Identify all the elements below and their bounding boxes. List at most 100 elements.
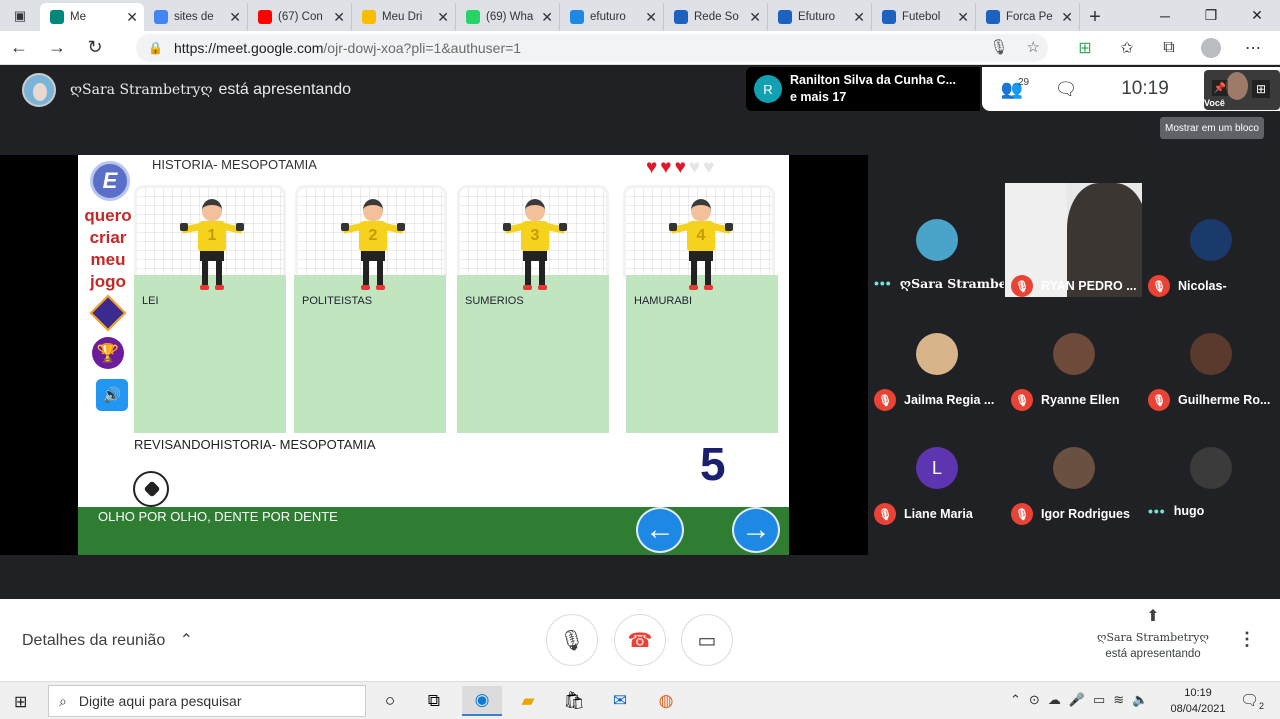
answer-option[interactable]: POLITEISTAS (294, 275, 446, 433)
favorite-star-icon[interactable]: ☆ (1027, 38, 1040, 56)
notification-icon[interactable]: 🗨2 (1240, 691, 1264, 711)
participant-tile[interactable]: ••• hugo (1142, 411, 1280, 525)
tile-layout-icon[interactable]: ⊞ (1252, 80, 1270, 98)
browser-tab[interactable]: Me ✕ (40, 3, 144, 31)
answer-option[interactable]: HAMURABI (626, 275, 778, 433)
maximize-icon[interactable]: ❐ (1188, 0, 1234, 31)
participant-tile[interactable]: L 🎙 Liane Maria (868, 411, 1006, 525)
tooltip: Mostrar em um bloco (1160, 117, 1264, 139)
tab-close-icon[interactable]: ✕ (541, 9, 553, 26)
browser-tab[interactable]: Efuturo ✕ (768, 3, 872, 31)
goalkeeper[interactable]: 3 (503, 199, 567, 295)
forward-icon[interactable]: → (38, 33, 76, 63)
mail-icon[interactable]: ✉ (600, 686, 640, 716)
goalkeeper[interactable]: 2 (341, 199, 405, 295)
browser-tab[interactable]: (67) Con ✕ (248, 3, 352, 31)
reload-icon[interactable]: ↻ (76, 33, 114, 63)
participant-tile[interactable]: 🎙 Nicolas- (1142, 183, 1280, 297)
tab-close-icon[interactable]: ✕ (853, 9, 865, 26)
create-game-text[interactable]: quero criar meu jogo (80, 205, 136, 293)
answer-option[interactable]: SUMERIOS (457, 275, 609, 433)
pin-icon[interactable]: 📌 (1212, 80, 1228, 96)
browser-tab[interactable]: Forca Pe ✕ (976, 3, 1080, 31)
camera-button[interactable]: ▭ (681, 614, 733, 666)
mic-tray-icon[interactable]: 🎤 (1069, 692, 1085, 708)
favorites-icon[interactable]: ✩ (1108, 33, 1146, 63)
hang-up-button[interactable]: ☎ (614, 614, 666, 666)
wifi-icon[interactable]: ≋ (1113, 692, 1124, 708)
tab-close-icon[interactable]: ✕ (1061, 9, 1073, 26)
tab-close-icon[interactable]: ✕ (749, 9, 761, 26)
shared-game[interactable]: E HISTORIA- MESOPOTAMIA ♥ ♥ ♥ ♥ ♥ quero criar… (78, 155, 789, 555)
meet-tray-icon[interactable]: ⊙ (1029, 692, 1040, 708)
participant-tile[interactable]: 🎙 Igor Rodrigues (1005, 411, 1143, 525)
minimize-icon[interactable]: ─ (1142, 0, 1188, 31)
participant-video-tile[interactable]: 🎙 RYAN PEDRO ... (1005, 183, 1143, 297)
participant-tile[interactable]: 🎙 Jailma Regia ... (868, 297, 1006, 411)
people-button[interactable]: 👥 29 (982, 76, 1042, 100)
arrow-right-icon[interactable]: → (732, 507, 780, 553)
arrow-left-icon[interactable]: ← (636, 507, 684, 553)
new-tab-button[interactable]: + (1080, 3, 1110, 31)
task-view-icon[interactable]: ⧉ (414, 686, 454, 716)
self-label: Você (1204, 98, 1225, 108)
speaking-dots-icon: ••• (1148, 503, 1166, 519)
tab-close-icon[interactable]: ✕ (229, 9, 241, 26)
people-count: 29 (1018, 76, 1030, 88)
tab-close-icon[interactable]: ✕ (126, 9, 138, 26)
close-window-icon[interactable]: ✕ (1234, 0, 1280, 31)
participant-tile[interactable]: ••• ღSara Strambe... (868, 183, 1006, 297)
microphone-button[interactable]: 🎙 (546, 614, 598, 666)
cortana-icon[interactable]: ○ (370, 686, 410, 716)
chat-notification[interactable]: R Ranilton Silva da Cunha C... e mais 17 (746, 67, 980, 111)
browser-tab[interactable]: Rede So ✕ (664, 3, 768, 31)
more-menu-icon[interactable]: ⋯ (1234, 33, 1272, 63)
chat-notification-text: Ranilton Silva da Cunha C... e mais 17 (790, 72, 956, 106)
tab-actions-icon[interactable]: ▣ (0, 0, 40, 31)
show-hidden-icons[interactable]: ⌃ (1010, 692, 1021, 708)
profile-avatar[interactable] (1201, 38, 1221, 58)
participant-tile[interactable]: 🎙 Guilherme Ro... (1142, 297, 1280, 411)
cube-icon[interactable] (89, 294, 127, 332)
tab-close-icon[interactable]: ✕ (437, 9, 449, 26)
more-options-icon[interactable]: ⋮ (1238, 629, 1256, 650)
windows-start-icon[interactable]: ⊞ (14, 692, 27, 712)
trophy-icon[interactable]: 🏆 (92, 337, 124, 369)
battery-icon[interactable]: ▭ (1093, 692, 1105, 708)
tab-favicon-icon (50, 10, 64, 24)
edge-icon[interactable]: ◉ (462, 686, 502, 716)
store-icon[interactable]: 🛍 (554, 686, 594, 716)
answer-option[interactable]: LEI (134, 275, 286, 433)
goalkeeper[interactable]: 4 (669, 199, 733, 295)
sound-icon[interactable]: 🔊 (96, 379, 128, 411)
mic-off-icon: 🎙 (1148, 389, 1170, 411)
present-now-button[interactable]: ⬆ ღSara Strambetryღ está apresentando (1096, 609, 1210, 662)
collections-icon[interactable]: ⧉ (1150, 33, 1188, 63)
goalkeeper[interactable]: 1 (180, 199, 244, 295)
browser-tab[interactable]: sites de ✕ (144, 3, 248, 31)
self-view-tile[interactable]: 📌 ⊞ Você (1204, 70, 1280, 110)
browser-tab[interactable]: (69) Wha ✕ (456, 3, 560, 31)
file-explorer-icon[interactable]: ▰ (508, 686, 548, 716)
cloud-icon[interactable]: ☁ (1048, 692, 1061, 708)
goalkeeper-number: 3 (521, 221, 549, 251)
microphone-permission-icon[interactable]: 🎙 (990, 38, 1009, 56)
tab-close-icon[interactable]: ✕ (645, 9, 657, 26)
participant-tile[interactable]: 🎙 Ryanne Ellen (1005, 297, 1143, 411)
extension-icon[interactable]: ⊞ (1066, 33, 1104, 63)
browser-tab[interactable]: Meu Dri ✕ (352, 3, 456, 31)
firefox-icon[interactable]: ◍ (646, 686, 686, 716)
taskbar-search[interactable]: ⌕ Digite aqui para pesquisar (48, 685, 366, 717)
tab-close-icon[interactable]: ✕ (957, 9, 969, 26)
meeting-details-button[interactable]: Detalhes da reunião ⌃ (22, 630, 193, 650)
taskbar-clock[interactable]: 10:19 08/04/2021 (1166, 685, 1230, 717)
volume-icon[interactable]: 🔈 (1132, 692, 1148, 708)
address-bar[interactable]: 🔒 https://meet.google.com /ojr-dowj-xoa?… (136, 34, 1048, 62)
chat-icon[interactable]: 🗨 (1042, 79, 1090, 100)
browser-tab[interactable]: Futebol ✕ (872, 3, 976, 31)
browser-tab[interactable]: efuturo ✕ (560, 3, 664, 31)
browser-toolbar: ← → ↻ 🔒 https://meet.google.com /ojr-dow… (0, 31, 1280, 65)
clock-date: 08/04/2021 (1170, 703, 1226, 715)
back-icon[interactable]: ← (0, 33, 38, 63)
tab-close-icon[interactable]: ✕ (333, 9, 345, 26)
